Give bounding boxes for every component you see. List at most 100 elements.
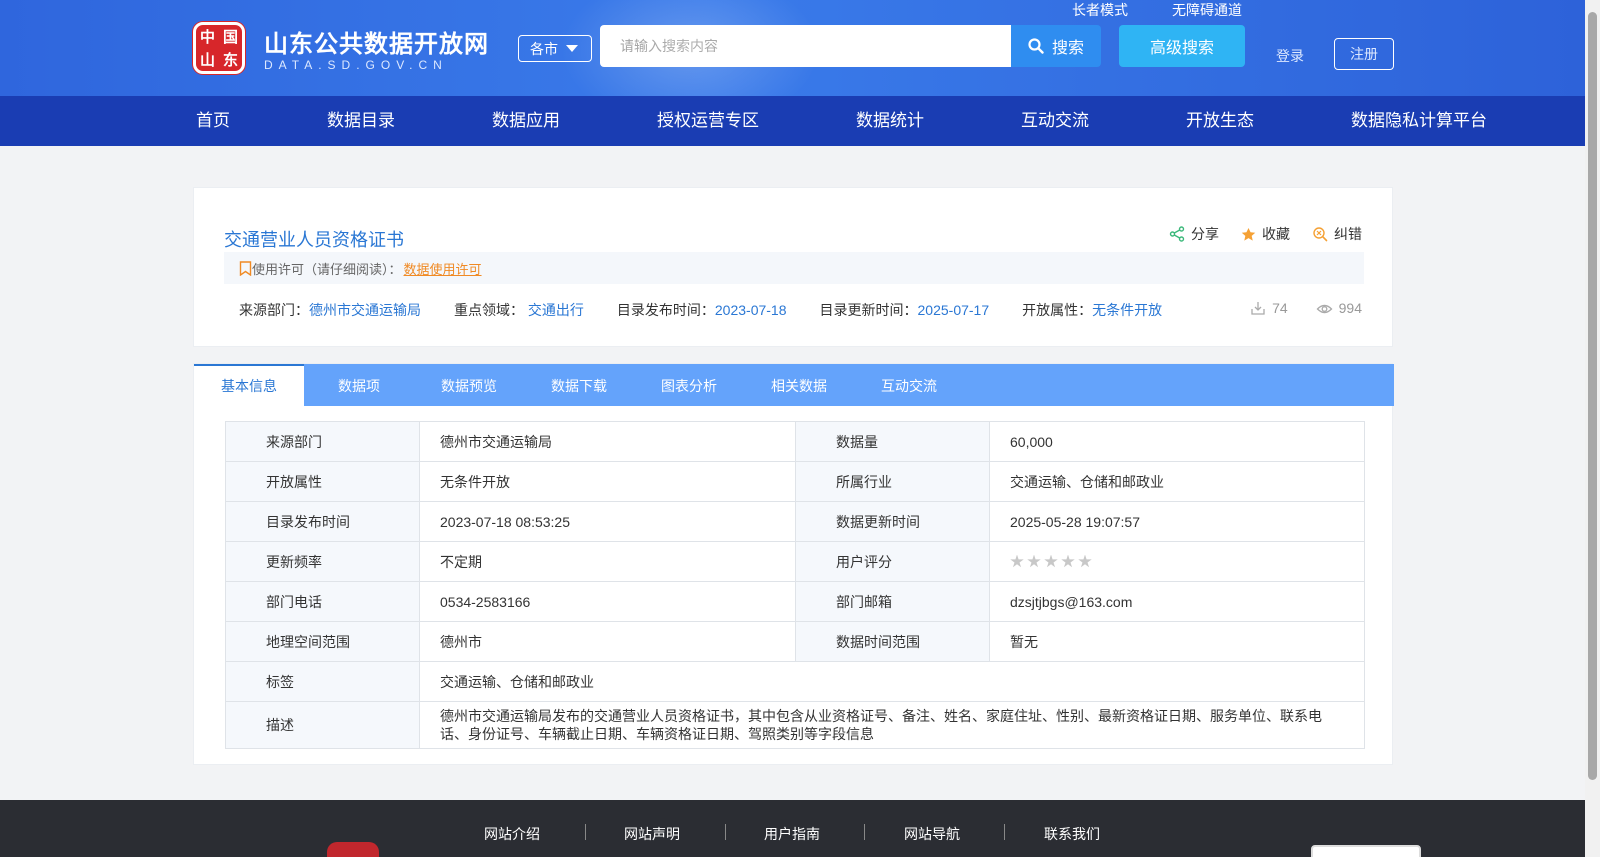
- meta-published-label: 目录发布时间：: [616, 302, 715, 318]
- favorite-button[interactable]: 收藏: [1241, 224, 1290, 244]
- report-error-button[interactable]: 纠错: [1312, 224, 1362, 244]
- dataset-meta: 来源部门：德州市交通运输局 重点领域： 交通出行 目录发布时间：2023-07-…: [239, 300, 1195, 320]
- nav-item-home[interactable]: 首页: [196, 96, 230, 146]
- footer-divider: [585, 824, 586, 840]
- caret-down-icon: [566, 45, 578, 52]
- table-row: 更新频率 不定期 用户评分: [225, 541, 1365, 582]
- info-key: 更新频率: [225, 541, 420, 582]
- dataset-detail-panel: 基本信息 数据项 数据预览 数据下载 图表分析 相关数据 互动交流 来源部门 德…: [193, 363, 1394, 765]
- main-nav: 首页 数据目录 数据应用 授权运营专区 数据统计 互动交流 开放生态 数据隐私计…: [0, 96, 1585, 146]
- site-title[interactable]: 山东公共数据开放网: [264, 24, 489, 59]
- license-notice: 使用许可（请仔细阅读）： 数据使用许可: [224, 252, 1364, 284]
- search-icon: [1028, 38, 1044, 54]
- tab-basic-info[interactable]: 基本信息: [194, 364, 304, 406]
- table-row: 描述 德州市交通运输局发布的交通营业人员资格证书，其中包含从业资格证号、备注、姓…: [225, 701, 1365, 749]
- tab-related-data[interactable]: 相关数据: [744, 364, 854, 406]
- info-key: 数据量: [795, 421, 990, 462]
- table-row: 部门电话 0534-2583166 部门邮箱 dzsjtjbgs@163.com: [225, 581, 1365, 622]
- login-link[interactable]: 登录: [1276, 46, 1304, 66]
- search-button-label: 搜索: [1051, 40, 1084, 57]
- logo-glyph: 东: [222, 51, 238, 69]
- favorite-label: 收藏: [1262, 226, 1290, 242]
- info-key: 描述: [225, 701, 420, 749]
- tab-bar: 基本信息 数据项 数据预览 数据下载 图表分析 相关数据 互动交流: [194, 364, 1394, 406]
- info-value: 德州市交通运输局发布的交通营业人员资格证书，其中包含从业资格证号、备注、姓名、家…: [419, 701, 1365, 749]
- footer-link-statement[interactable]: 网站声明: [624, 824, 680, 844]
- footer-divider: [864, 824, 865, 840]
- page-scrollbar[interactable]: [1585, 0, 1600, 857]
- tab-chart-analysis[interactable]: 图表分析: [634, 364, 744, 406]
- footer-link-about[interactable]: 网站介绍: [484, 824, 540, 844]
- dataset-title: 交通营业人员资格证书: [224, 230, 404, 250]
- info-value: [989, 541, 1365, 582]
- download-count: 74: [1250, 300, 1288, 316]
- magnifier-error-icon: [1313, 227, 1328, 242]
- star-icon[interactable]: [1044, 554, 1058, 568]
- report-error-label: 纠错: [1334, 226, 1362, 242]
- search-input[interactable]: [600, 25, 1011, 67]
- info-key: 所属行业: [795, 461, 990, 502]
- share-button[interactable]: 分享: [1169, 224, 1219, 244]
- info-key: 用户评分: [795, 541, 990, 582]
- nav-item-catalog[interactable]: 数据目录: [327, 96, 395, 146]
- rating-stars[interactable]: [1010, 554, 1344, 569]
- footer-emblem: [327, 842, 379, 857]
- footer-link-sitemap[interactable]: 网站导航: [904, 824, 960, 844]
- bookmark-icon: [239, 260, 252, 276]
- info-key: 数据更新时间: [795, 501, 990, 542]
- register-button[interactable]: 注册: [1334, 38, 1394, 70]
- nav-item-privacy-computing[interactable]: 数据隐私计算平台: [1351, 96, 1487, 146]
- footer-divider: [725, 824, 726, 840]
- info-value: 2023-07-18 08:53:25: [419, 501, 796, 542]
- view-count-value: 994: [1338, 300, 1362, 316]
- info-key: 部门邮箱: [795, 581, 990, 622]
- elder-mode-link[interactable]: 长者模式: [1072, 0, 1128, 20]
- scrollbar-thumb[interactable]: [1588, 12, 1597, 780]
- nav-item-apps[interactable]: 数据应用: [492, 96, 560, 146]
- meta-open-label: 开放属性：: [1022, 302, 1093, 318]
- tab-data-preview[interactable]: 数据预览: [414, 364, 524, 406]
- info-value: 无条件开放: [419, 461, 796, 502]
- info-key: 数据时间范围: [795, 621, 990, 662]
- footer-badge[interactable]: [1311, 845, 1421, 857]
- eye-icon: [1316, 304, 1333, 314]
- footer-link-guide[interactable]: 用户指南: [764, 824, 820, 844]
- nav-item-interaction[interactable]: 互动交流: [1021, 96, 1089, 146]
- star-icon[interactable]: [1078, 554, 1092, 568]
- search-button[interactable]: 搜索: [1011, 25, 1101, 67]
- meta-source-link[interactable]: 德州市交通运输局: [309, 302, 421, 318]
- meta-updated-label: 目录更新时间：: [819, 302, 918, 318]
- nav-item-authorized-ops[interactable]: 授权运营专区: [657, 96, 759, 146]
- info-value: 交通运输、仓储和邮政业: [989, 461, 1365, 502]
- table-row: 标签 交通运输、仓储和邮政业: [225, 661, 1365, 702]
- info-key: 部门电话: [225, 581, 420, 622]
- footer-link-contact[interactable]: 联系我们: [1044, 824, 1100, 844]
- logo-glyph: 中: [199, 28, 215, 46]
- logo-glyph: 山: [199, 51, 215, 69]
- star-icon[interactable]: [1061, 554, 1075, 568]
- info-value: 暂无: [989, 621, 1365, 662]
- nav-item-statistics[interactable]: 数据统计: [856, 96, 924, 146]
- meta-published-value: 2023-07-18: [714, 302, 787, 318]
- nav-item-ecosystem[interactable]: 开放生态: [1186, 96, 1254, 146]
- tab-data-download[interactable]: 数据下载: [524, 364, 634, 406]
- tab-interaction[interactable]: 互动交流: [854, 364, 964, 406]
- license-link[interactable]: 数据使用许可: [404, 259, 482, 278]
- download-icon: [1251, 302, 1265, 315]
- dataset-actions: 分享 收藏 纠错: [1169, 224, 1362, 244]
- info-key: 目录发布时间: [225, 501, 420, 542]
- site-domain: DATA.SD.GOV.CN: [264, 58, 448, 72]
- city-select[interactable]: 各市: [518, 35, 592, 62]
- star-icon[interactable]: [1027, 554, 1041, 568]
- advanced-search-button[interactable]: 高级搜索: [1119, 25, 1245, 67]
- city-select-label: 各市: [530, 40, 558, 57]
- meta-domain-link[interactable]: 交通出行: [528, 302, 584, 318]
- star-icon[interactable]: [1010, 554, 1024, 568]
- info-key: 开放属性: [225, 461, 420, 502]
- dataset-stats: 74 994: [1250, 300, 1362, 316]
- table-row: 来源部门 德州市交通运输局 数据量 60,000: [225, 421, 1365, 462]
- info-value: 60,000: [989, 421, 1365, 462]
- tab-data-items[interactable]: 数据项: [304, 364, 414, 406]
- site-logo[interactable]: 中 国 山 东: [193, 22, 245, 74]
- accessibility-link[interactable]: 无障碍通道: [1172, 0, 1242, 20]
